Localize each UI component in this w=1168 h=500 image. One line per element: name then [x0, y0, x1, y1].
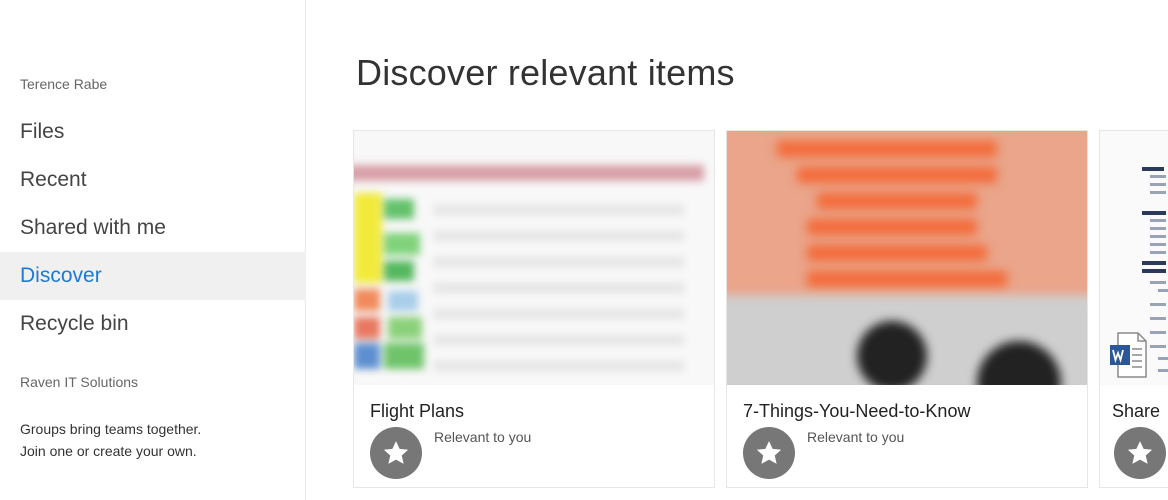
relevance-label: Relevant to you: [434, 429, 532, 445]
card-title[interactable]: Share: [1112, 401, 1160, 422]
star-icon[interactable]: [743, 427, 795, 479]
card-title[interactable]: Flight Plans: [370, 401, 464, 422]
groups-message[interactable]: Groups bring teams together. Join one or…: [20, 418, 201, 462]
item-card-share[interactable]: Share: [1099, 130, 1168, 488]
relevance-label: Relevant to you: [807, 429, 905, 445]
card-thumbnail: [1100, 131, 1168, 385]
site-link[interactable]: Raven IT Solutions: [20, 374, 138, 390]
nav-item-files[interactable]: Files: [0, 108, 306, 156]
card-title[interactable]: 7-Things-You-Need-to-Know: [743, 401, 970, 422]
word-icon: [1110, 332, 1147, 378]
item-card-flight-plans[interactable]: Flight Plans Relevant to you: [353, 130, 715, 488]
item-card-7-things[interactable]: 7-Things-You-Need-to-Know Relevant to yo…: [726, 130, 1088, 488]
nav-list: Files Recent Shared with me Discover Rec…: [0, 108, 306, 348]
star-icon[interactable]: [370, 427, 422, 479]
nav-item-discover[interactable]: Discover: [0, 252, 306, 300]
page-title: Discover relevant items: [356, 52, 735, 93]
groups-line-2: Join one or create your own.: [20, 443, 197, 459]
groups-line-1: Groups bring teams together.: [20, 421, 202, 437]
owner-name: Terence Rabe: [20, 76, 108, 92]
card-thumbnail: [354, 131, 714, 385]
nav-item-recycle-bin[interactable]: Recycle bin: [0, 300, 306, 348]
sidebar: Terence Rabe Files Recent Shared with me…: [0, 0, 306, 500]
nav-item-recent[interactable]: Recent: [0, 156, 306, 204]
card-thumbnail: [727, 131, 1087, 385]
star-icon[interactable]: [1114, 427, 1166, 479]
nav-item-shared-with-me[interactable]: Shared with me: [0, 204, 306, 252]
